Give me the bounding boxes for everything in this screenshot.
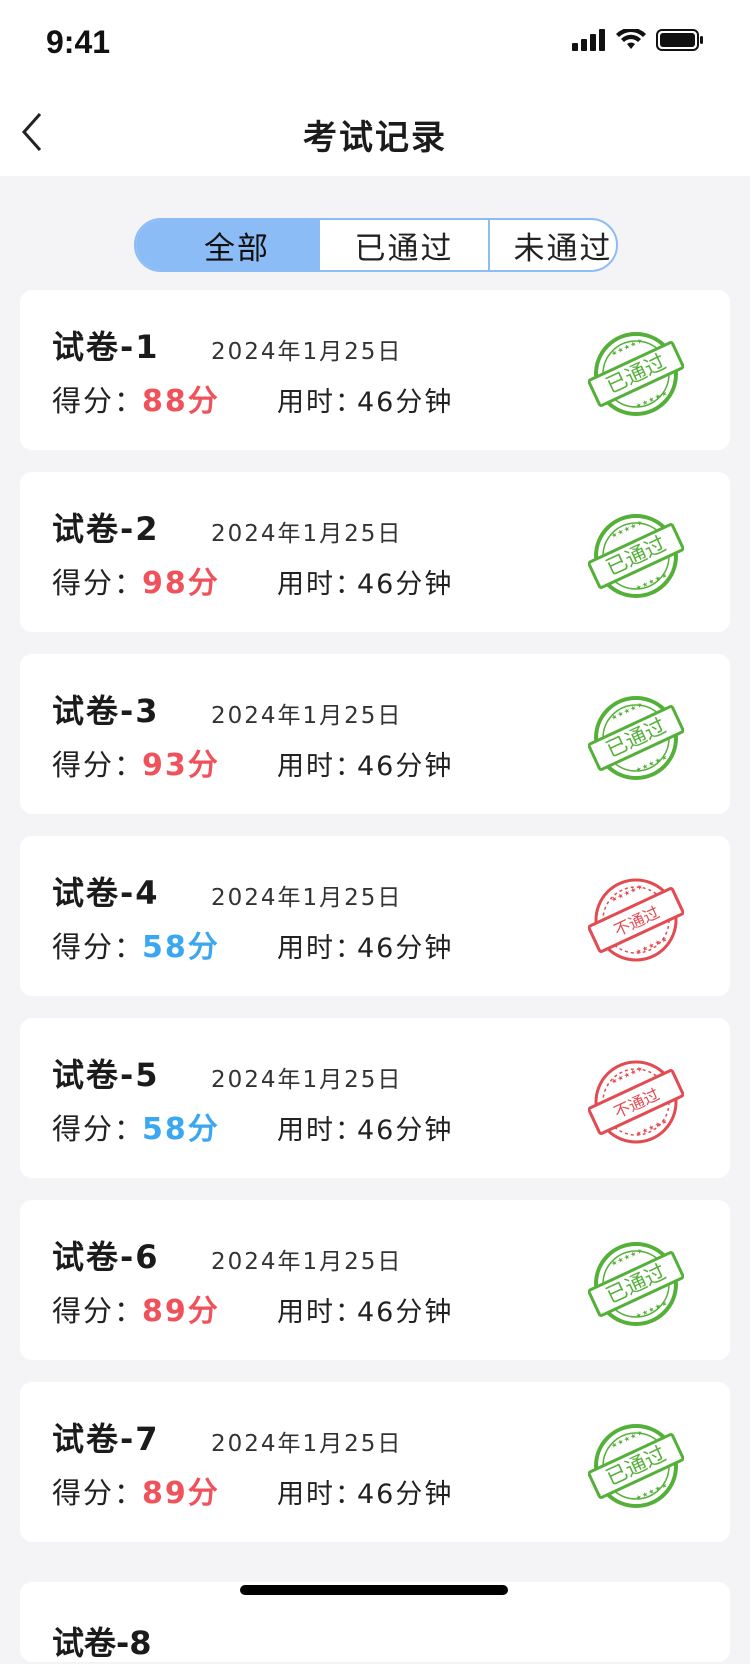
time-label: 用时： <box>277 387 364 418</box>
record-card[interactable]: 试卷-4 2024年1月25日得分： 58分 用时： 46分钟 ★ ★ ★ ★ ★ ★ ★ ★ ★ ★ 不通过 <box>20 836 730 996</box>
record-date: 2024年1月25日 <box>211 703 403 729</box>
record-title: 试卷-2 <box>52 510 160 548</box>
record-title: 试卷-6 <box>52 1238 160 1276</box>
passed-stamp-icon: ★ ★ ★ ★ ★ ★ ★ ★ ★ ★ 已通过 <box>587 508 685 604</box>
score-value: 88分 <box>142 384 220 419</box>
passed-stamp-icon: ★ ★ ★ ★ ★ ★ ★ ★ ★ ★ 已通过 <box>587 1236 685 1332</box>
score-value: 98分 <box>142 566 220 601</box>
wifi-icon <box>616 27 646 55</box>
time-label: 用时： <box>277 569 364 600</box>
passed-stamp-icon: ★ ★ ★ ★ ★ ★ ★ ★ ★ ★ 已通过 <box>587 1418 685 1514</box>
failed-stamp-icon: ★ ★ ★ ★ ★ ★ ★ ★ ★ ★ 不通过 <box>587 1054 685 1150</box>
tab-passed[interactable]: 已通过 <box>320 220 490 270</box>
time-value: 46分钟 <box>357 751 454 782</box>
tab-all[interactable]: 全部 <box>136 220 320 270</box>
home-indicator <box>240 1585 508 1595</box>
record-date: 2024年1月25日 <box>211 1067 403 1093</box>
score-value: 58分 <box>142 1112 220 1147</box>
record-title: 试卷-5 <box>52 1056 160 1094</box>
score-value: 58分 <box>142 930 220 965</box>
record-title: 试卷-7 <box>52 1420 160 1458</box>
passed-stamp-icon: ★ ★ ★ ★ ★ ★ ★ ★ ★ ★ 已通过 <box>587 690 685 786</box>
record-card[interactable]: 试卷-5 2024年1月25日得分： 58分 用时： 46分钟 ★ ★ ★ ★ ★ ★ ★ ★ ★ ★ 不通过 <box>20 1018 730 1178</box>
score-label: 得分： <box>52 1294 146 1328</box>
record-title: 试卷-8 <box>52 1624 152 1662</box>
record-card[interactable]: 试卷-3 2024年1月25日得分： 93分 用时： 46分钟 ★ ★ ★ ★ ★ ★ ★ ★ ★ ★ 已通过 <box>20 654 730 814</box>
record-card[interactable]: 试卷-1 2024年1月25日得分： 88分 用时： 46分钟 ★ ★ ★ ★ ★ ★ ★ ★ ★ ★ 已通过 <box>20 290 730 450</box>
record-date: 2024年1月25日 <box>211 339 403 365</box>
record-card[interactable]: 试卷-6 2024年1月25日得分： 89分 用时： 46分钟 ★ ★ ★ ★ ★ ★ ★ ★ ★ ★ 已通过 <box>20 1200 730 1360</box>
score-value: 89分 <box>142 1294 220 1329</box>
time-value: 46分钟 <box>357 387 454 418</box>
time-label: 用时： <box>277 1479 364 1510</box>
time-value: 46分钟 <box>357 933 454 964</box>
time-label: 用时： <box>277 1297 364 1328</box>
record-title: 试卷-1 <box>52 328 160 366</box>
status-bar: 9:41 <box>0 0 750 88</box>
score-label: 得分： <box>52 566 146 600</box>
failed-stamp-icon: ★ ★ ★ ★ ★ ★ ★ ★ ★ ★ 不通过 <box>587 872 685 968</box>
time-value: 46分钟 <box>357 1297 454 1328</box>
record-date: 2024年1月25日 <box>211 1249 403 1275</box>
time-label: 用时： <box>277 1115 364 1146</box>
nav-bar: 考试记录 <box>0 88 750 176</box>
record-title: 试卷-4 <box>52 874 160 912</box>
time-label: 用时： <box>277 933 364 964</box>
page-title: 考试记录 <box>303 118 447 158</box>
record-card[interactable]: 试卷-7 2024年1月25日得分： 89分 用时： 46分钟 ★ ★ ★ ★ ★ ★ ★ ★ ★ ★ 已通过 <box>20 1382 730 1542</box>
score-value: 93分 <box>142 748 220 783</box>
battery-icon <box>656 28 704 56</box>
tab-failed[interactable]: 未通过 <box>490 220 616 270</box>
record-date: 2024年1月25日 <box>211 885 403 911</box>
score-label: 得分： <box>52 1112 146 1146</box>
time-value: 46分钟 <box>357 569 454 600</box>
time-value: 46分钟 <box>357 1115 454 1146</box>
filter-tabs: 全部 已通过 未通过 <box>134 218 618 272</box>
time-label: 用时： <box>277 751 364 782</box>
status-time: 9:41 <box>46 24 111 60</box>
status-icons <box>572 27 704 56</box>
score-label: 得分： <box>52 1476 146 1510</box>
score-label: 得分： <box>52 384 146 418</box>
record-title: 试卷-3 <box>52 692 160 730</box>
record-card[interactable]: 试卷-2 2024年1月25日得分： 98分 用时： 46分钟 ★ ★ ★ ★ ★ ★ ★ ★ ★ ★ 已通过 <box>20 472 730 632</box>
score-label: 得分： <box>52 930 146 964</box>
record-date: 2024年1月25日 <box>211 521 403 547</box>
score-value: 89分 <box>142 1476 220 1511</box>
time-value: 46分钟 <box>357 1479 454 1510</box>
passed-stamp-icon: ★ ★ ★ ★ ★ ★ ★ ★ ★ ★ 已通过 <box>587 326 685 422</box>
score-label: 得分： <box>52 748 146 782</box>
signal-icon <box>572 29 606 55</box>
record-date: 2024年1月25日 <box>211 1431 403 1457</box>
